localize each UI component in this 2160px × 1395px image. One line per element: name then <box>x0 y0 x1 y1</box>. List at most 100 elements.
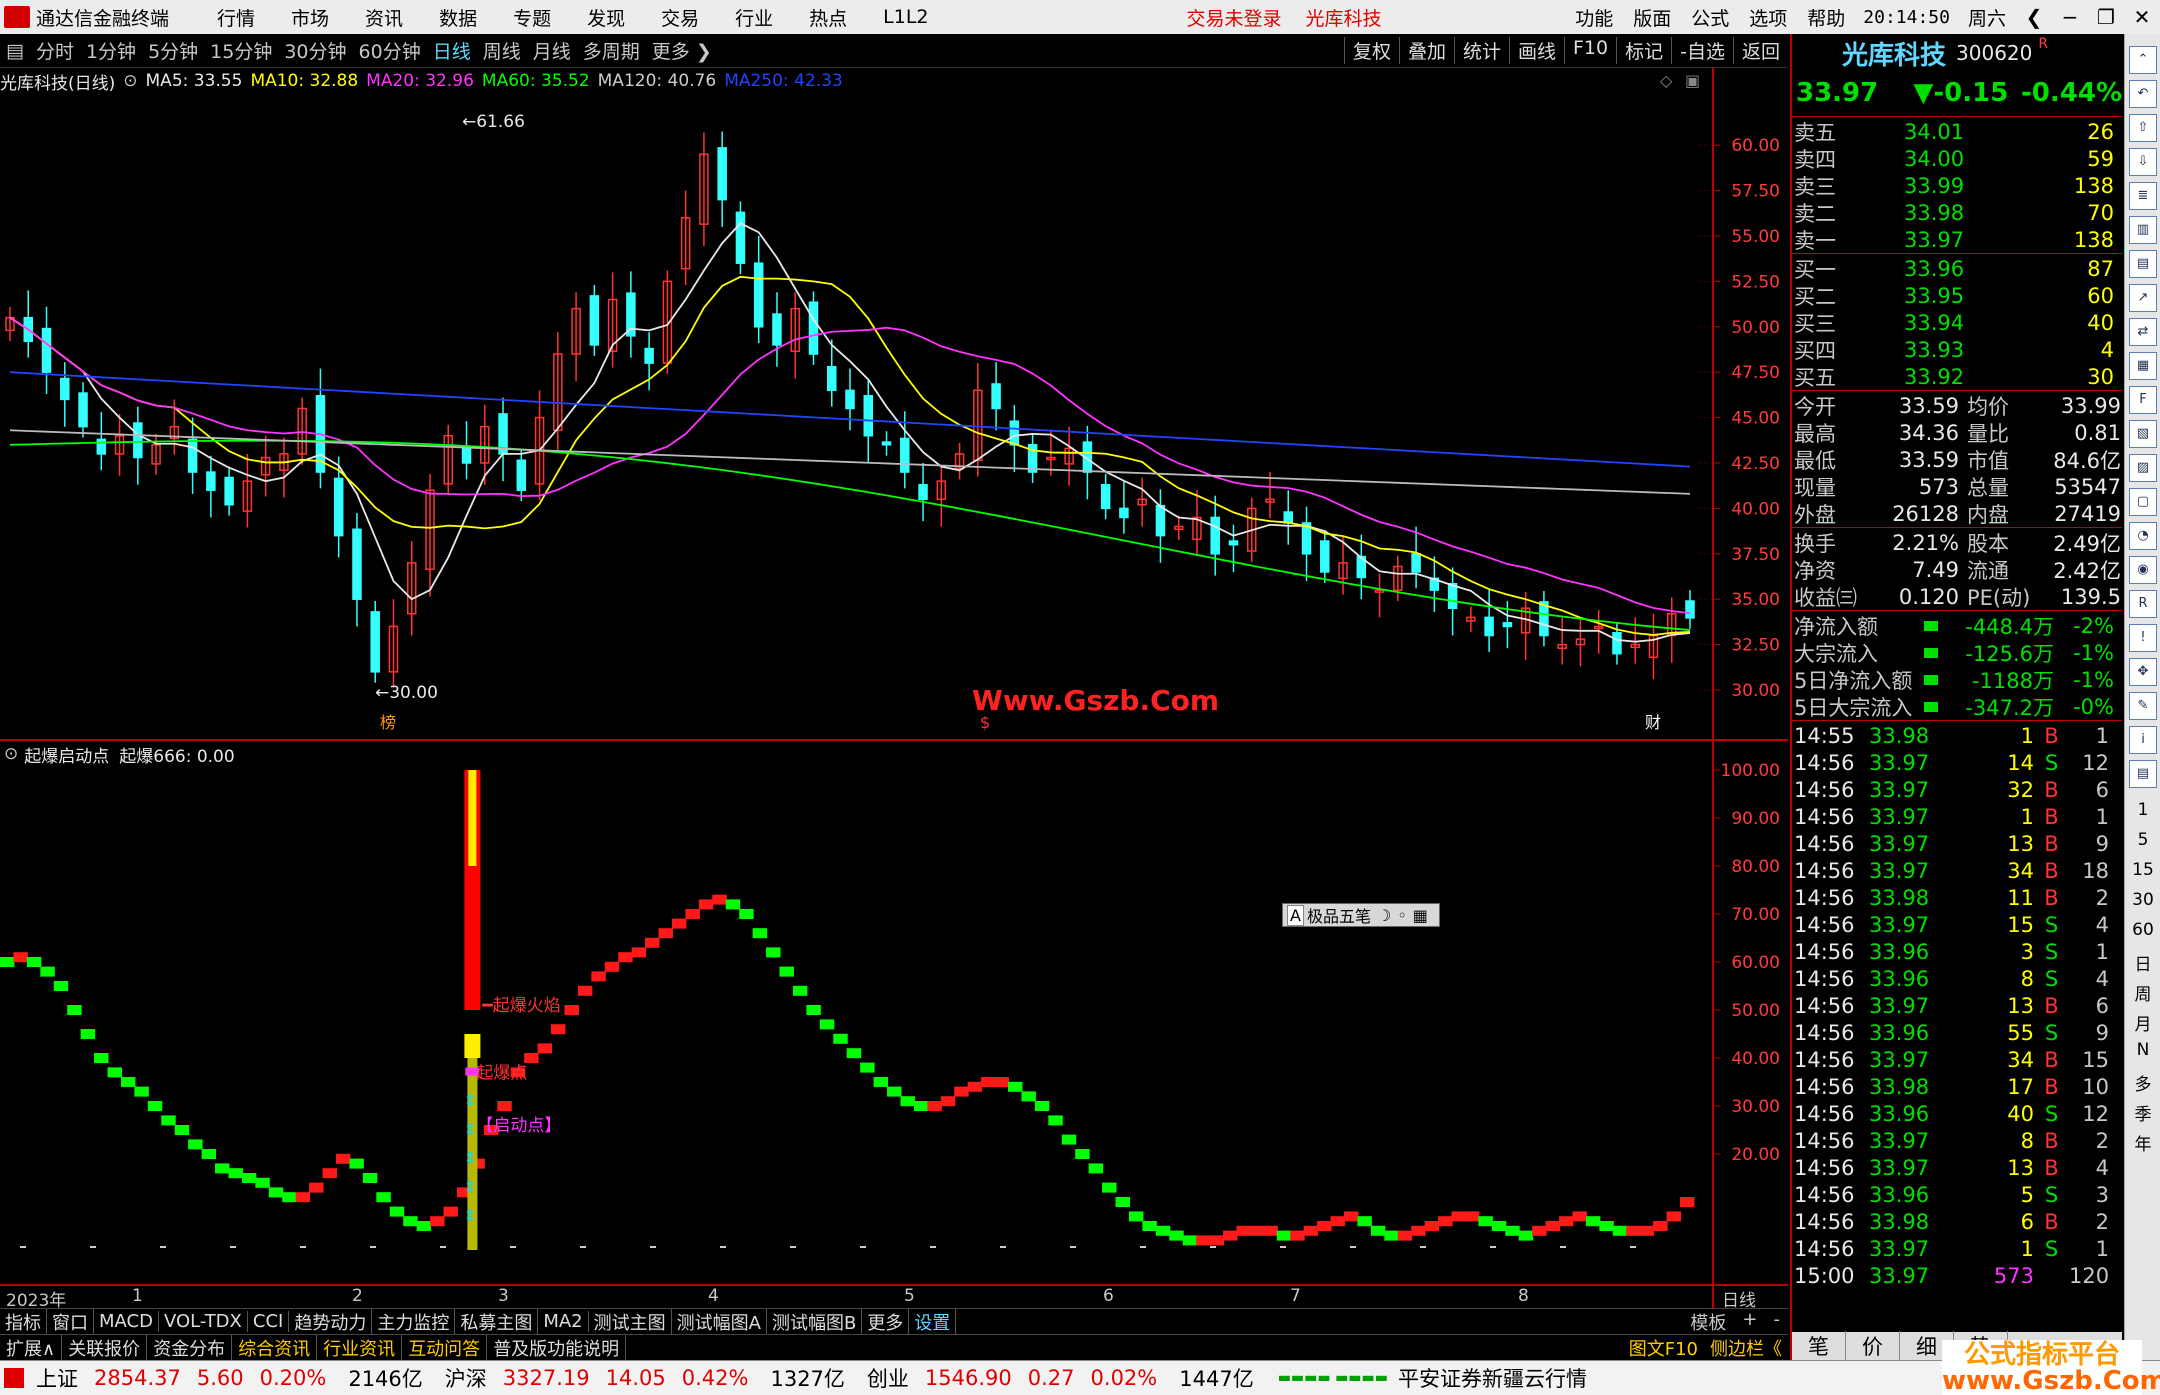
chart-icon[interactable]: ▥ <box>2129 216 2157 244</box>
menu-item[interactable]: 交易 <box>661 4 699 31</box>
down-arrow-icon[interactable]: ⇩ <box>2129 148 2157 176</box>
info-icon[interactable]: i <box>2129 726 2157 754</box>
indicator-tab[interactable]: MACD <box>94 1311 159 1332</box>
order-book-row[interactable]: 卖一 33.97 138 <box>1792 226 2122 253</box>
indicator-tab[interactable]: CCI <box>248 1311 290 1332</box>
order-book-row[interactable]: 买五 33.92 30 <box>1792 363 2122 390</box>
ime-moon-icon[interactable]: ☽ <box>1377 906 1391 925</box>
period-shortcut[interactable]: N <box>2125 1040 2160 1060</box>
indicator-tab[interactable]: 测试幅图A <box>672 1308 767 1335</box>
tool-button[interactable]: -自选 <box>1671 37 1733 64</box>
f10-button[interactable]: 图文F10 <box>1623 1335 1704 1361</box>
period-tab[interactable]: 多周期 <box>583 37 640 64</box>
move-icon[interactable]: ✥ <box>2129 658 2157 686</box>
extension-tab[interactable]: 扩展∧ <box>0 1334 63 1361</box>
indicator-tab[interactable]: 私募主图 <box>455 1308 539 1335</box>
period-tab[interactable]: 1分钟 <box>86 37 136 64</box>
ime-mode-icon[interactable]: A <box>1287 904 1304 926</box>
period-more[interactable]: 更多 ❯ <box>652 37 712 64</box>
order-book-row[interactable]: 卖四 34.00 59 <box>1792 145 2122 172</box>
indicator-tab[interactable]: 主力监控 <box>372 1308 456 1335</box>
template-button[interactable]: 模板 <box>1682 1309 1734 1335</box>
menu-item[interactable]: 功能 <box>1575 4 1613 31</box>
ime-toolbar[interactable]: A 极品五笔 ☽ ◦ ▦ <box>1282 903 1440 927</box>
period-shortcut[interactable]: 5 <box>2125 830 2160 850</box>
clock-icon[interactable]: ◔ <box>2129 522 2157 550</box>
tool-button[interactable]: 返回 <box>1732 37 1788 64</box>
sidebar-toggle[interactable]: 侧边栏《 <box>1704 1335 1788 1361</box>
index-name[interactable]: 创业 <box>867 1363 909 1393</box>
indicator-tab[interactable]: 测试主图 <box>589 1308 672 1335</box>
edit-icon[interactable]: ✎ <box>2129 692 2157 720</box>
period-tab[interactable]: 60分钟 <box>359 37 421 64</box>
menu-item[interactable]: 公式 <box>1691 4 1729 31</box>
indicator-tab-settings[interactable]: 设置 <box>909 1308 957 1335</box>
menu-item[interactable]: 版面 <box>1633 4 1671 31</box>
menu-item[interactable]: 帮助 <box>1807 4 1845 31</box>
order-book-row[interactable]: 买三 33.94 40 <box>1792 309 2122 336</box>
indicator-tab[interactable]: MA2 <box>538 1311 589 1332</box>
period-shortcut[interactable]: 季 <box>2125 1100 2160 1125</box>
tool-button[interactable]: 标记 <box>1616 37 1671 64</box>
restore-icon[interactable]: ❐ <box>2088 5 2124 29</box>
menu-item[interactable]: 专题 <box>513 4 551 31</box>
indicator-tab[interactable]: 趋势动力 <box>289 1308 373 1335</box>
period-tab[interactable]: 15分钟 <box>210 37 272 64</box>
indicator-tab[interactable]: 指标 <box>0 1308 47 1335</box>
menu-item[interactable]: 资讯 <box>365 4 403 31</box>
order-book-row[interactable]: 卖二 33.98 70 <box>1792 199 2122 226</box>
trend-icon[interactable]: ↗ <box>2129 284 2157 312</box>
menu-item[interactable]: 市场 <box>291 4 329 31</box>
compare-icon[interactable]: ⇄ <box>2129 318 2157 346</box>
minimize-icon[interactable]: − <box>2052 5 2088 29</box>
book-icon[interactable]: ▦ <box>2129 352 2157 380</box>
menu-item[interactable]: 选项 <box>1749 4 1787 31</box>
indicator-chart[interactable]: 100.00 90.00 80.00 70.00 60.00 50.00 40.00 30.0… <box>0 740 1788 1305</box>
ime-dot-icon[interactable]: ◦ <box>1397 906 1406 925</box>
refresh-icon[interactable]: ⇧ <box>2129 114 2157 142</box>
period-shortcut[interactable]: 60 <box>2125 920 2160 940</box>
order-book-row[interactable]: 卖三 33.99 138 <box>1792 172 2122 199</box>
order-book-row[interactable]: 买一 33.96 87 <box>1792 255 2122 282</box>
quote-tab[interactable]: 价 <box>1846 1331 1900 1361</box>
tool-button[interactable]: 统计 <box>1453 37 1509 64</box>
event-marker[interactable]: 财 <box>1645 713 1661 732</box>
indicator-tab[interactable]: 测试幅图B <box>767 1308 863 1335</box>
extension-tab[interactable]: 资金分布 <box>147 1334 233 1361</box>
menu-item[interactable]: L1L2 <box>883 6 928 28</box>
indicator-tab[interactable]: 窗口 <box>47 1308 94 1335</box>
extension-tab[interactable]: 关联报价 <box>62 1334 148 1361</box>
period-tab[interactable]: 周线 <box>483 37 521 64</box>
period-tab-active[interactable]: 日线 <box>433 37 471 64</box>
list-icon[interactable]: ≣ <box>2129 182 2157 210</box>
period-shortcut[interactable]: 30 <box>2125 890 2160 910</box>
menu-item[interactable]: 发现 <box>587 4 625 31</box>
indicator-tab[interactable]: VOL-TDX <box>159 1311 248 1332</box>
close-icon[interactable]: ✕ <box>2124 5 2160 29</box>
order-book-row[interactable]: 买四 33.93 4 <box>1792 336 2122 363</box>
grid-icon[interactable]: ▨ <box>2129 454 2157 482</box>
extension-tab[interactable]: 普及版功能说明 <box>487 1334 627 1361</box>
gauge-icon[interactable]: ◉ <box>2129 556 2157 584</box>
indicator-tab[interactable]: 更多 <box>862 1308 910 1335</box>
order-book-row[interactable]: 卖五 34.01 26 <box>1792 118 2122 145</box>
menu-item[interactable]: 行情 <box>217 4 255 31</box>
menu-item[interactable]: 行业 <box>735 4 773 31</box>
tool-button[interactable]: 叠加 <box>1398 37 1454 64</box>
chat-icon[interactable]: ▢ <box>2129 488 2157 516</box>
tool-button[interactable]: F10 <box>1564 37 1616 64</box>
remove-window-button[interactable]: - <box>1766 1309 1789 1335</box>
period-tab[interactable]: 30分钟 <box>284 37 346 64</box>
period-split-icon[interactable]: ▤ <box>6 40 24 62</box>
period-tab[interactable]: 分时 <box>36 37 74 64</box>
indicator-toggle-icon[interactable]: ⊙ <box>4 744 18 764</box>
candlestick-chart[interactable]: 60.00 57.50 55.00 52.50 50.00 47.50 45.00 42.50… <box>0 68 1788 738</box>
back-arrow-icon[interactable]: ❮ <box>2016 5 2052 29</box>
index-name[interactable]: 上证 <box>36 1363 78 1393</box>
tool-button[interactable]: 复权 <box>1343 37 1399 64</box>
up-arrow-icon[interactable]: ⌃ <box>2129 46 2157 74</box>
tool-button[interactable]: 画线 <box>1508 37 1564 64</box>
f10-icon[interactable]: F <box>2129 386 2157 414</box>
menu-item[interactable]: 数据 <box>439 4 477 31</box>
login-status[interactable]: 交易未登录 <box>1187 4 1282 31</box>
